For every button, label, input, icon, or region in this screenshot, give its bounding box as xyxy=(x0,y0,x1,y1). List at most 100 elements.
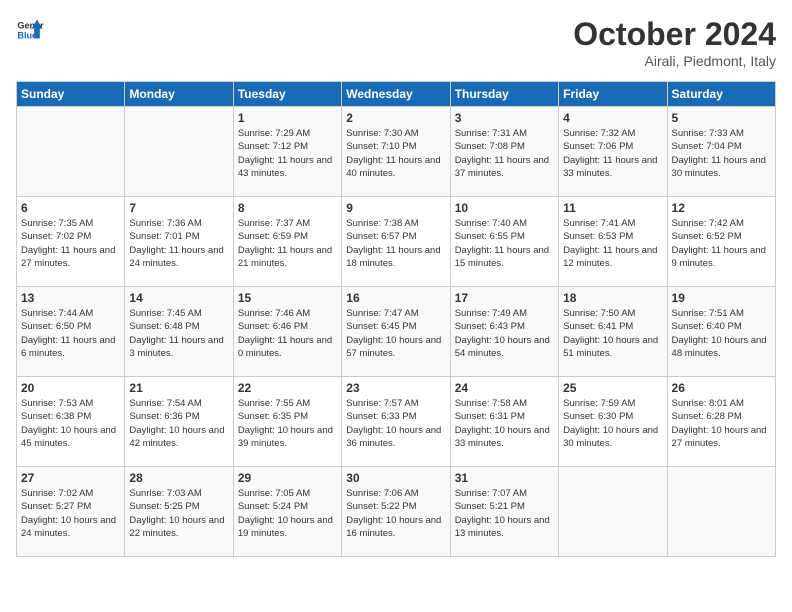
day-info: Sunrise: 7:42 AM Sunset: 6:52 PM Dayligh… xyxy=(672,217,771,270)
calendar-cell: 7Sunrise: 7:36 AM Sunset: 7:01 PM Daylig… xyxy=(125,197,233,287)
calendar-cell xyxy=(17,107,125,197)
day-number: 30 xyxy=(346,471,445,485)
logo-icon: General Blue xyxy=(16,16,44,44)
day-number: 26 xyxy=(672,381,771,395)
day-info: Sunrise: 8:01 AM Sunset: 6:28 PM Dayligh… xyxy=(672,397,771,450)
day-number: 2 xyxy=(346,111,445,125)
day-info: Sunrise: 7:37 AM Sunset: 6:59 PM Dayligh… xyxy=(238,217,337,270)
calendar-cell: 28 Sunrise: 7:03 AM Sunset: 5:25 PM Dayli… xyxy=(125,467,233,557)
calendar-cell: 17 Sunrise: 7:49 AM Sunset: 6:43 PM Dayli… xyxy=(450,287,558,377)
day-number: 1 xyxy=(238,111,337,125)
day-info: Sunrise: 7:35 AM Sunset: 7:02 PM Dayligh… xyxy=(21,217,120,270)
week-row-5: 27 Sunrise: 7:02 AM Sunset: 5:27 PM Dayli… xyxy=(17,467,776,557)
day-number: 31 xyxy=(455,471,554,485)
day-info: Sunrise: 7:53 AM Sunset: 6:38 PM Dayligh… xyxy=(21,397,120,450)
calendar-cell: 12Sunrise: 7:42 AM Sunset: 6:52 PM Dayli… xyxy=(667,197,775,287)
calendar-cell: 19 Sunrise: 7:51 AM Sunset: 6:40 PM Dayli… xyxy=(667,287,775,377)
calendar-cell: 27 Sunrise: 7:02 AM Sunset: 5:27 PM Dayli… xyxy=(17,467,125,557)
day-info: Sunrise: 7:55 AM Sunset: 6:35 PM Dayligh… xyxy=(238,397,337,450)
calendar-cell: 23 Sunrise: 7:57 AM Sunset: 6:33 PM Dayli… xyxy=(342,377,450,467)
calendar-cell xyxy=(559,467,667,557)
calendar-cell: 25Sunrise: 7:59 AM Sunset: 6:30 PM Dayli… xyxy=(559,377,667,467)
day-number: 24 xyxy=(455,381,554,395)
day-number: 4 xyxy=(563,111,662,125)
day-info: Sunrise: 7:46 AM Sunset: 6:46 PM Dayligh… xyxy=(238,307,337,360)
calendar-cell: 15 Sunrise: 7:46 AM Sunset: 6:46 PM Dayli… xyxy=(233,287,341,377)
day-info: Sunrise: 7:45 AM Sunset: 6:48 PM Dayligh… xyxy=(129,307,228,360)
day-info: Sunrise: 7:40 AM Sunset: 6:55 PM Dayligh… xyxy=(455,217,554,270)
day-info: Sunrise: 7:49 AM Sunset: 6:43 PM Dayligh… xyxy=(455,307,554,360)
day-header-saturday: Saturday xyxy=(667,82,775,107)
week-row-1: 1Sunrise: 7:29 AM Sunset: 7:12 PM Daylig… xyxy=(17,107,776,197)
day-number: 23 xyxy=(346,381,445,395)
calendar-cell: 30 Sunrise: 7:06 AM Sunset: 5:22 PM Dayli… xyxy=(342,467,450,557)
day-info: Sunrise: 7:44 AM Sunset: 6:50 PM Dayligh… xyxy=(21,307,120,360)
day-info: Sunrise: 7:30 AM Sunset: 7:10 PM Dayligh… xyxy=(346,127,445,180)
day-number: 21 xyxy=(129,381,228,395)
calendar-cell: 10 Sunrise: 7:40 AM Sunset: 6:55 PM Dayli… xyxy=(450,197,558,287)
day-info: Sunrise: 7:03 AM Sunset: 5:25 PM Dayligh… xyxy=(129,487,228,540)
day-info: Sunrise: 7:02 AM Sunset: 5:27 PM Dayligh… xyxy=(21,487,120,540)
calendar-cell: 9Sunrise: 7:38 AM Sunset: 6:57 PM Daylig… xyxy=(342,197,450,287)
day-number: 18 xyxy=(563,291,662,305)
day-number: 19 xyxy=(672,291,771,305)
day-info: Sunrise: 7:51 AM Sunset: 6:40 PM Dayligh… xyxy=(672,307,771,360)
day-info: Sunrise: 7:59 AM Sunset: 6:30 PM Dayligh… xyxy=(563,397,662,450)
calendar-cell: 5Sunrise: 7:33 AM Sunset: 7:04 PM Daylig… xyxy=(667,107,775,197)
svg-text:Blue: Blue xyxy=(17,30,37,40)
day-info: Sunrise: 7:07 AM Sunset: 5:21 PM Dayligh… xyxy=(455,487,554,540)
day-info: Sunrise: 7:50 AM Sunset: 6:41 PM Dayligh… xyxy=(563,307,662,360)
day-header-thursday: Thursday xyxy=(450,82,558,107)
week-row-2: 6Sunrise: 7:35 AM Sunset: 7:02 PM Daylig… xyxy=(17,197,776,287)
calendar-cell: 24 Sunrise: 7:58 AM Sunset: 6:31 PM Dayli… xyxy=(450,377,558,467)
day-number: 10 xyxy=(455,201,554,215)
calendar-cell: 16 Sunrise: 7:47 AM Sunset: 6:45 PM Dayli… xyxy=(342,287,450,377)
day-number: 13 xyxy=(21,291,120,305)
day-number: 20 xyxy=(21,381,120,395)
day-number: 11 xyxy=(563,201,662,215)
month-title: October 2024 xyxy=(573,16,776,53)
day-number: 8 xyxy=(238,201,337,215)
day-info: Sunrise: 7:38 AM Sunset: 6:57 PM Dayligh… xyxy=(346,217,445,270)
week-row-3: 13 Sunrise: 7:44 AM Sunset: 6:50 PM Dayli… xyxy=(17,287,776,377)
calendar-cell: 22Sunrise: 7:55 AM Sunset: 6:35 PM Dayli… xyxy=(233,377,341,467)
week-row-4: 20 Sunrise: 7:53 AM Sunset: 6:38 PM Dayli… xyxy=(17,377,776,467)
day-number: 16 xyxy=(346,291,445,305)
calendar-cell: 2 Sunrise: 7:30 AM Sunset: 7:10 PM Daylig… xyxy=(342,107,450,197)
calendar-cell: 31 Sunrise: 7:07 AM Sunset: 5:21 PM Dayli… xyxy=(450,467,558,557)
calendar-cell: 6Sunrise: 7:35 AM Sunset: 7:02 PM Daylig… xyxy=(17,197,125,287)
day-header-friday: Friday xyxy=(559,82,667,107)
calendar-cell: 26 Sunrise: 8:01 AM Sunset: 6:28 PM Dayli… xyxy=(667,377,775,467)
day-info: Sunrise: 7:57 AM Sunset: 6:33 PM Dayligh… xyxy=(346,397,445,450)
calendar-cell: 18 Sunrise: 7:50 AM Sunset: 6:41 PM Dayli… xyxy=(559,287,667,377)
calendar-cell: 11Sunrise: 7:41 AM Sunset: 6:53 PM Dayli… xyxy=(559,197,667,287)
logo: General Blue xyxy=(16,16,44,44)
day-number: 3 xyxy=(455,111,554,125)
calendar-cell: 13 Sunrise: 7:44 AM Sunset: 6:50 PM Dayli… xyxy=(17,287,125,377)
day-number: 17 xyxy=(455,291,554,305)
day-info: Sunrise: 7:32 AM Sunset: 7:06 PM Dayligh… xyxy=(563,127,662,180)
calendar-cell xyxy=(125,107,233,197)
day-number: 5 xyxy=(672,111,771,125)
calendar-table: SundayMondayTuesdayWednesdayThursdayFrid… xyxy=(16,81,776,557)
day-info: Sunrise: 7:58 AM Sunset: 6:31 PM Dayligh… xyxy=(455,397,554,450)
calendar-cell: 14 Sunrise: 7:45 AM Sunset: 6:48 PM Dayli… xyxy=(125,287,233,377)
calendar-cell: 8 Sunrise: 7:37 AM Sunset: 6:59 PM Daylig… xyxy=(233,197,341,287)
calendar-cell: 3 Sunrise: 7:31 AM Sunset: 7:08 PM Daylig… xyxy=(450,107,558,197)
calendar-cell: 29Sunrise: 7:05 AM Sunset: 5:24 PM Dayli… xyxy=(233,467,341,557)
day-number: 7 xyxy=(129,201,228,215)
day-number: 27 xyxy=(21,471,120,485)
day-number: 28 xyxy=(129,471,228,485)
days-header-row: SundayMondayTuesdayWednesdayThursdayFrid… xyxy=(17,82,776,107)
day-number: 29 xyxy=(238,471,337,485)
calendar-cell: 20 Sunrise: 7:53 AM Sunset: 6:38 PM Dayli… xyxy=(17,377,125,467)
day-number: 15 xyxy=(238,291,337,305)
day-info: Sunrise: 7:31 AM Sunset: 7:08 PM Dayligh… xyxy=(455,127,554,180)
calendar-cell: 21Sunrise: 7:54 AM Sunset: 6:36 PM Dayli… xyxy=(125,377,233,467)
day-header-tuesday: Tuesday xyxy=(233,82,341,107)
location-subtitle: Airali, Piedmont, Italy xyxy=(573,53,776,69)
day-header-monday: Monday xyxy=(125,82,233,107)
day-info: Sunrise: 7:47 AM Sunset: 6:45 PM Dayligh… xyxy=(346,307,445,360)
day-info: Sunrise: 7:06 AM Sunset: 5:22 PM Dayligh… xyxy=(346,487,445,540)
day-number: 14 xyxy=(129,291,228,305)
